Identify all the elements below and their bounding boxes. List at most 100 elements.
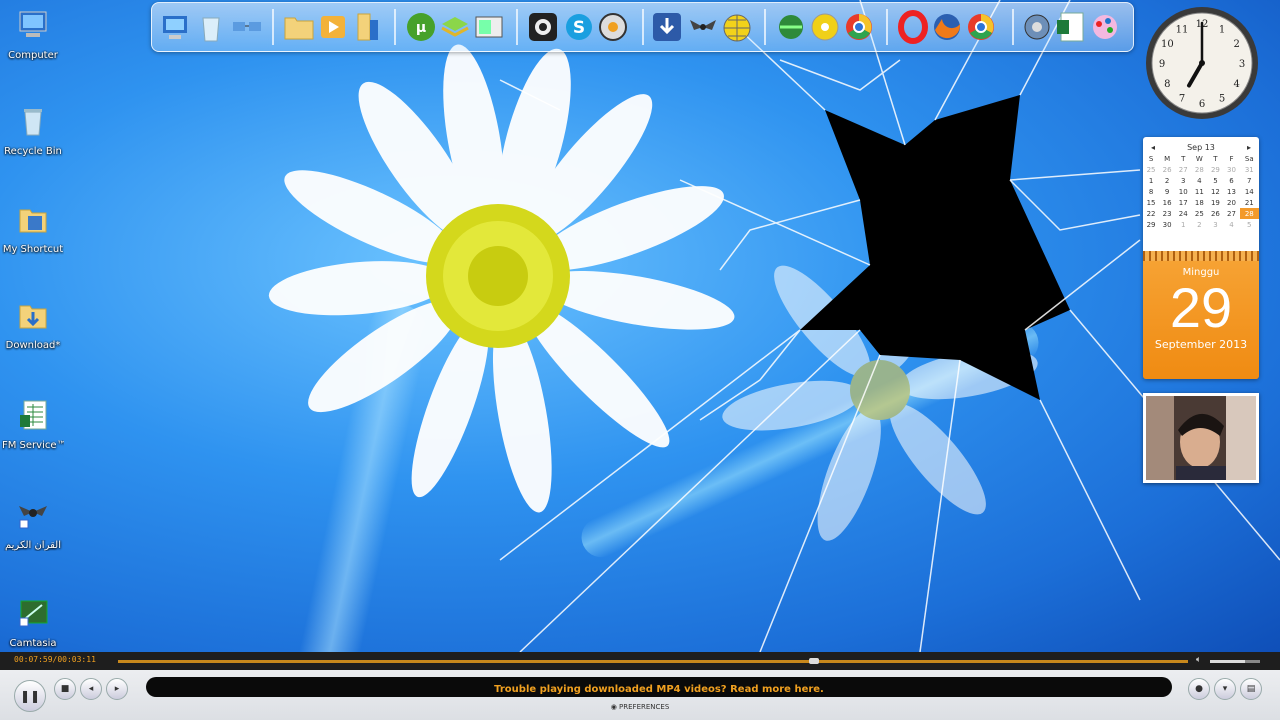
calendar-day-cell[interactable]: 26 <box>1207 208 1223 219</box>
desktop-icon-computer[interactable]: Computer <box>2 8 64 61</box>
calendar-day-cell[interactable]: 17 <box>1175 197 1191 208</box>
stop-button[interactable]: ■ <box>54 678 76 700</box>
calendar-day-cell[interactable]: 10 <box>1175 186 1191 197</box>
dock-item-chrome-2[interactable] <box>964 10 998 44</box>
firefox-icon <box>934 14 961 40</box>
next-month-button[interactable]: ▸ <box>1247 143 1251 152</box>
dock-item-computer[interactable] <box>158 10 192 44</box>
calendar-day-cell[interactable]: 5 <box>1240 219 1259 230</box>
calendar-gadget[interactable]: ◂ Sep 13 ▸ S M T W T F Sa 25 26 27 28 29 30 31 1 2 3 4 5 6 7 8… <box>1143 137 1259 379</box>
calendar-day-cell[interactable]: 8 <box>1143 186 1159 197</box>
calendar-day-cell[interactable]: 14 <box>1240 186 1259 197</box>
clock-numeral: 3 <box>1239 59 1245 70</box>
dock-item-app[interactable] <box>686 10 720 44</box>
dock-item-network-2[interactable] <box>774 10 808 44</box>
calendar-day-cell[interactable]: 31 <box>1240 164 1259 175</box>
calendar-day-cell[interactable]: 20 <box>1223 197 1239 208</box>
menu-button[interactable]: ▾ <box>1214 678 1236 700</box>
volume-icon[interactable]: 🔈︎ <box>1196 655 1201 665</box>
globe-icon <box>723 14 751 42</box>
calendar-day-cell[interactable]: 6 <box>1223 175 1239 186</box>
dock-item-download[interactable] <box>650 10 684 44</box>
desktop[interactable]: Computer Recycle Bin My Shortcut Downloa… <box>0 0 1280 652</box>
prev-month-button[interactable]: ◂ <box>1151 143 1155 152</box>
calendar-day-cell[interactable]: 19 <box>1207 197 1223 208</box>
calendar-day-cell[interactable]: 5 <box>1207 175 1223 186</box>
desktop-icon-camtasia[interactable]: Camtasia <box>2 596 64 649</box>
desktop-icon-download[interactable]: Download* <box>2 298 64 351</box>
calendar-day-cell[interactable]: 28 <box>1239 208 1259 219</box>
calendar-day-cell[interactable]: 29 <box>1207 164 1223 175</box>
dock-item-utorrent[interactable]: µ <box>404 10 438 44</box>
calendar-day-cell[interactable]: 12 <box>1207 186 1223 197</box>
dock-item-settings[interactable] <box>1020 10 1054 44</box>
message-link[interactable]: Trouble playing downloaded MP4 videos? R… <box>494 684 824 695</box>
previous-button[interactable]: ◂ <box>80 678 102 700</box>
dock-item-media-player[interactable] <box>316 10 350 44</box>
calendar-day-cell[interactable]: 24 <box>1175 208 1191 219</box>
calendar-day-cell[interactable]: 4 <box>1223 219 1239 230</box>
calendar-day-cell[interactable]: 4 <box>1191 175 1207 186</box>
dock-item-folder[interactable] <box>282 10 316 44</box>
calendar-day-cell[interactable]: 1 <box>1175 219 1191 230</box>
desktop-icon-recycle-bin[interactable]: Recycle Bin <box>2 104 64 157</box>
clock-gadget[interactable]: 123456789101112 <box>1144 5 1260 121</box>
dock-item-skype[interactable]: S <box>562 10 596 44</box>
calendar-day-cell[interactable]: 7 <box>1240 175 1259 186</box>
volume-slider[interactable] <box>1210 660 1260 663</box>
calendar-day-cell[interactable]: 26 <box>1159 164 1175 175</box>
calendar-day-cell[interactable]: 11 <box>1191 186 1207 197</box>
calendar-day-cell[interactable]: 28 <box>1191 164 1207 175</box>
preferences-link[interactable]: ◉ PREFERENCES <box>0 703 1280 711</box>
calendar-day-cell[interactable]: 13 <box>1223 186 1239 197</box>
calendar-day-cell[interactable]: 15 <box>1143 197 1159 208</box>
preferences-icon: ◉ <box>610 703 620 711</box>
calendar-day-cell[interactable]: 2 <box>1191 219 1207 230</box>
calendar-day-cell[interactable]: 23 <box>1159 208 1175 219</box>
seek-knob[interactable] <box>808 658 819 664</box>
dock-item-spreadsheet[interactable] <box>1054 10 1088 44</box>
dock-item-chrome[interactable] <box>842 10 876 44</box>
calendar-day-cell[interactable]: 3 <box>1207 219 1223 230</box>
preferences-label: PREFERENCES <box>619 703 670 711</box>
calendar-day-cell[interactable]: 25 <box>1191 208 1207 219</box>
playlist-button[interactable]: ▤ <box>1240 678 1262 700</box>
dock-item-cd[interactable] <box>808 10 842 44</box>
dock-item-bluestacks[interactable] <box>438 10 472 44</box>
calendar-day-cell[interactable]: 25 <box>1143 164 1159 175</box>
seek-track[interactable] <box>118 660 1188 663</box>
utorrent-icon: µ <box>407 13 435 41</box>
dock-item-webcam[interactable] <box>526 10 560 44</box>
calendar-day-cell[interactable]: 1 <box>1143 175 1159 186</box>
message-bar[interactable]: Trouble playing downloaded MP4 videos? R… <box>146 677 1172 697</box>
dock-item-paint[interactable] <box>1088 10 1122 44</box>
calendar-day-cell[interactable]: 9 <box>1159 186 1175 197</box>
calendar-day-cell[interactable]: 27 <box>1175 164 1191 175</box>
calendar-day-cell[interactable]: 30 <box>1159 219 1175 230</box>
calendar-day-cell[interactable]: 22 <box>1143 208 1159 219</box>
desktop-icon-my-shortcut[interactable]: My Shortcut <box>2 202 64 255</box>
dock-item-firefox[interactable] <box>930 10 964 44</box>
next-button[interactable]: ▸ <box>106 678 128 700</box>
calendar-day-cell[interactable]: 21 <box>1240 197 1259 208</box>
desktop-icon-quran[interactable]: القرآن الكريم <box>2 498 64 551</box>
fullscreen-button[interactable]: ● <box>1188 678 1210 700</box>
dock-item-globe[interactable] <box>720 10 754 44</box>
calendar-day-cell[interactable]: 18 <box>1191 197 1207 208</box>
calendar-day-cell[interactable]: 30 <box>1223 164 1239 175</box>
calendar-day-cell[interactable]: 27 <box>1223 208 1239 219</box>
dock-item-media[interactable] <box>596 10 630 44</box>
recycle-bin-icon <box>202 17 220 42</box>
dock-item-folder-2[interactable] <box>350 10 384 44</box>
dock-item-window[interactable] <box>472 10 506 44</box>
calendar-day-cell[interactable]: 29 <box>1143 219 1159 230</box>
calendar-day-cell[interactable]: 16 <box>1159 197 1175 208</box>
photo-gadget[interactable] <box>1143 393 1259 483</box>
calendar-day-cell[interactable]: 3 <box>1175 175 1191 186</box>
svg-text:S: S <box>573 18 585 38</box>
calendar-day-cell[interactable]: 2 <box>1159 175 1175 186</box>
dock-item-recycle-bin[interactable] <box>194 10 228 44</box>
dock-item-network[interactable] <box>230 10 264 44</box>
dock-item-opera[interactable] <box>896 10 930 44</box>
desktop-icon-fm-service[interactable]: FM Service™ <box>2 398 64 451</box>
